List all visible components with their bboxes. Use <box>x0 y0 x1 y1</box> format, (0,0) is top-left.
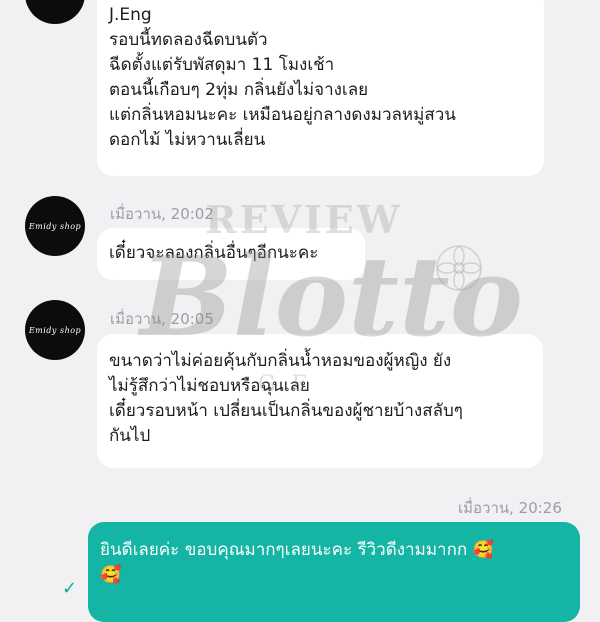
message-line: เดี๋ยวจะลองกลิ่นอื่นๆอีกนะคะ <box>109 243 319 263</box>
avatar[interactable]: Emidy shop <box>25 196 85 256</box>
message-line: เดี๋ยวรอบหน้า เปลี่ยนเป็นกลิ่นของผู้ชายบ… <box>109 401 463 421</box>
message-line: 🥰 <box>100 565 122 585</box>
message-line: ตอนนี้เกือบๆ 2ทุ่ม กลิ่นยังไม่จางเลย <box>109 80 369 100</box>
message-line: แต่กลิ่นหอมนะคะ เหมือนอยู่กลางดงมวลหมู่ส… <box>109 105 456 125</box>
message-timestamp: เมื่อวาน, 20:05 <box>110 310 214 328</box>
message-bubble-outgoing[interactable]: ยินดีเลยค่ะ ขอบคุณมากๆเลยนะคะ รีวิวดีงาม… <box>88 522 580 622</box>
message-line: รอบนี้ทดลองฉีดบนตัว <box>109 30 268 50</box>
read-check-icon: ✓ <box>62 578 78 599</box>
avatar[interactable]: Emidy shop <box>25 300 85 360</box>
watermark-flower-icon <box>436 245 482 291</box>
message-timestamp: เมื่อวาน, 20:02 <box>110 205 214 223</box>
message-line: ยินดีเลยค่ะ ขอบคุณมากๆเลยนะคะ รีวิวดีงาม… <box>100 540 494 560</box>
message-line: ขนาดว่าไม่ค่อยคุ้นกับกลิ่นน้ำหอมของผู้หญ… <box>109 351 452 371</box>
message-timestamp: เมื่อวาน, 20:26 <box>458 499 562 517</box>
message-line: ไม่รู้สึกว่าไม่ชอบหรือฉุนเลย <box>109 376 310 396</box>
message-line: ดอกไม้ ไม่หวานเลี่ยน <box>109 130 266 150</box>
message-bubble[interactable]: ขนาดว่าไม่ค่อยคุ้นกับกลิ่นน้ำหอมของผู้หญ… <box>97 334 543 468</box>
message-bubble[interactable]: เดี๋ยวจะลองกลิ่นอื่นๆอีกนะคะ <box>97 228 365 280</box>
chat-conversation: Emidy shop J.Eng รอบนี้ทดลองฉีดบนตัว ฉีด… <box>0 0 600 622</box>
message-line: กันไป <box>109 426 151 446</box>
avatar-label: Emidy shop <box>28 325 82 335</box>
message-line: ฉีดตั้งแต่รับพัสดุมา 11 โมงเช้า <box>109 55 335 75</box>
message-line: J.Eng <box>109 5 152 25</box>
message-bubble[interactable]: J.Eng รอบนี้ทดลองฉีดบนตัว ฉีดตั้งแต่รับพ… <box>97 0 544 176</box>
avatar-label: Emidy shop <box>28 221 82 231</box>
avatar[interactable]: Emidy shop <box>25 0 85 24</box>
